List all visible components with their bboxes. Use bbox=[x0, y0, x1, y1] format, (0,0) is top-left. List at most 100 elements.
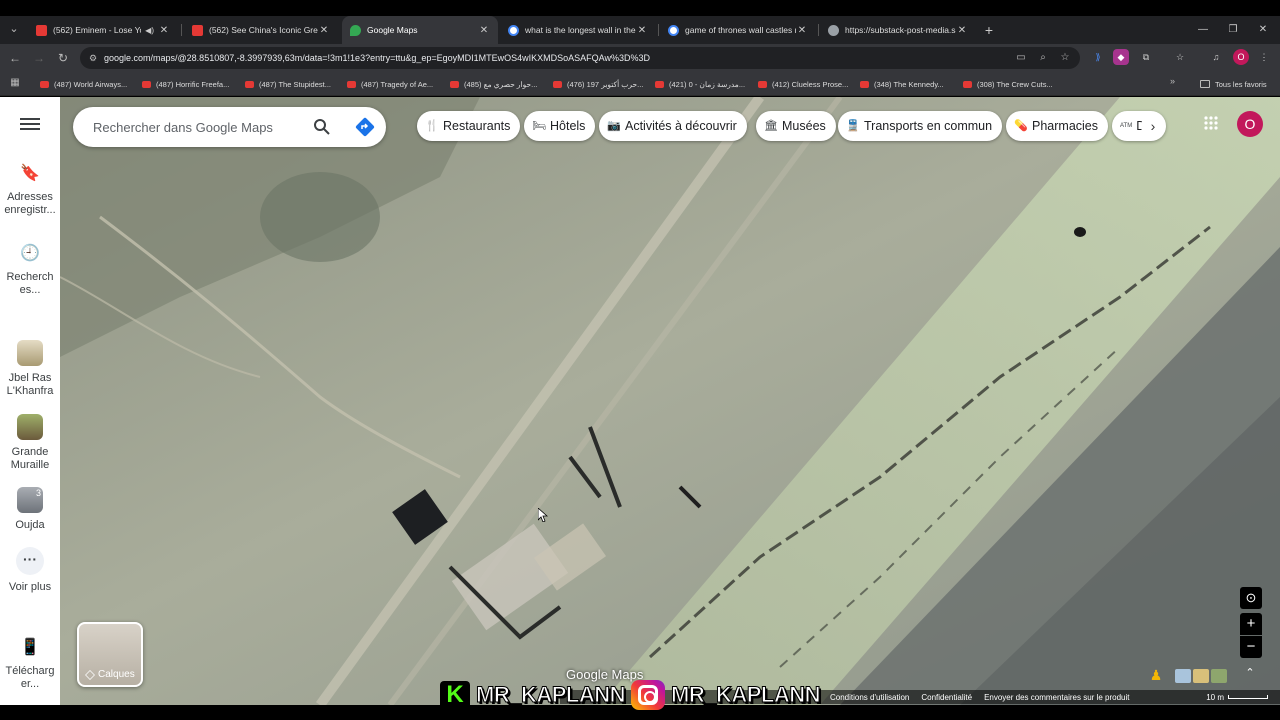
transit-icon: 🚆 bbox=[846, 120, 860, 132]
reload-button[interactable]: ↻ bbox=[54, 49, 72, 67]
my-location-button[interactable]: ⊙ bbox=[1240, 587, 1262, 609]
close-window-button[interactable]: ✕ bbox=[1252, 20, 1274, 40]
bookmark-label: (476) حرب أكتوبر 197... bbox=[567, 79, 644, 89]
google-apps-icon[interactable] bbox=[1203, 115, 1219, 131]
history-icon: 🕘 bbox=[20, 245, 40, 262]
bookmark-item[interactable]: (308) The Crew Cuts... bbox=[963, 76, 1053, 92]
sidebar-item-grande-muraille[interactable]: Grande Muraille bbox=[0, 414, 60, 472]
tab-title: game of thrones wall castles m bbox=[685, 25, 796, 35]
close-icon[interactable]: ✕ bbox=[478, 25, 490, 36]
new-tab-button[interactable]: + bbox=[980, 20, 998, 40]
privacy-link[interactable]: Confidentialité bbox=[921, 693, 972, 702]
chip-transit[interactable]: 🚆 Transports en commun bbox=[838, 111, 1003, 141]
directions-icon[interactable] bbox=[355, 117, 375, 137]
chip-museums[interactable]: 🏛 Musées bbox=[756, 111, 836, 141]
scale-indicator[interactable]: 10 m bbox=[1206, 693, 1268, 702]
scale-bar bbox=[1228, 695, 1268, 699]
zoom-in-button[interactable]: + bbox=[1240, 613, 1262, 635]
tab-title: Google Maps bbox=[367, 25, 418, 35]
map-thumbnail[interactable] bbox=[1175, 669, 1191, 683]
close-icon[interactable]: ✕ bbox=[318, 25, 330, 36]
bookmark-label: (487) World Airways... bbox=[54, 79, 128, 89]
bookmark-item[interactable]: (487) The Stupidest... bbox=[245, 76, 331, 92]
search-icon[interactable] bbox=[313, 118, 331, 136]
bookmark-label: (308) The Crew Cuts... bbox=[977, 79, 1053, 89]
sidebar-item-more[interactable]: ··· Voir plus bbox=[0, 547, 60, 594]
tab-0[interactable]: (562) Eminem - Lose Yoursel ◀) ✕ bbox=[28, 16, 178, 44]
favorites-icon[interactable]: ☆ bbox=[1172, 49, 1188, 65]
chevron-up-icon[interactable]: ⌃ bbox=[1242, 665, 1258, 681]
address-bar[interactable]: ⚙ google.com/maps/@28.8510807,-8.3997939… bbox=[80, 47, 1080, 69]
chip-hotels[interactable]: 🛏 Hôtels bbox=[524, 111, 596, 141]
apps-icon[interactable]: ▦ bbox=[8, 76, 22, 90]
tab-1[interactable]: (562) See China's Iconic Great W ✕ bbox=[184, 16, 338, 44]
place-thumbnail bbox=[17, 414, 43, 440]
sidebar-item-recent[interactable]: 🕘 Recherch es... bbox=[0, 243, 60, 297]
chip-restaurants[interactable]: 🍴 Restaurants bbox=[417, 111, 521, 141]
sidebar-item-download[interactable]: 📱 Télécharg er... bbox=[0, 637, 60, 691]
tab-search-icon[interactable]: ⌄ bbox=[6, 20, 22, 38]
tab-5[interactable]: https://substack-post-media.s3 ✕ bbox=[820, 16, 976, 44]
close-icon[interactable]: ✕ bbox=[796, 25, 808, 36]
sidebar-item-jbel-ras[interactable]: Jbel Ras L'Khanfra bbox=[0, 340, 60, 398]
bookmark-item[interactable]: (487) Horrific Freefa... bbox=[142, 76, 229, 92]
chip-activities[interactable]: 📷 Activités à découvrir bbox=[599, 111, 747, 141]
restore-button[interactable]: ❐ bbox=[1222, 20, 1244, 40]
satellite-map[interactable] bbox=[60, 97, 1280, 705]
all-bookmarks-button[interactable]: Tous les favoris bbox=[1200, 76, 1267, 92]
close-icon[interactable]: ✕ bbox=[956, 25, 968, 36]
youtube-icon bbox=[36, 24, 47, 36]
bookmark-item[interactable]: (348) The Kennedy... bbox=[860, 76, 944, 92]
more-bookmarks-icon[interactable]: » bbox=[1170, 76, 1175, 86]
terrain-thumbnail[interactable] bbox=[1193, 669, 1209, 683]
tab-title: https://substack-post-media.s3 bbox=[845, 25, 956, 35]
tab-3[interactable]: what is the longest wall in the w ✕ bbox=[500, 16, 656, 44]
close-icon[interactable]: ✕ bbox=[158, 25, 170, 36]
terms-link[interactable]: Conditions d'utilisation bbox=[830, 693, 909, 702]
extension-shield-icon[interactable]: ◆ bbox=[1113, 49, 1129, 65]
chevron-right-icon[interactable]: › bbox=[1141, 114, 1165, 138]
satellite-imagery bbox=[60, 97, 1280, 705]
bookmark-item[interactable]: (421) مدرسة زمان - 0... bbox=[655, 76, 745, 92]
feedback-link[interactable]: Envoyer des commentaires sur le produit bbox=[984, 693, 1129, 702]
install-app-icon[interactable]: ▭ bbox=[1014, 51, 1028, 65]
extensions-puzzle-icon[interactable]: ⧉ bbox=[1138, 49, 1154, 65]
bookmark-label: (421) مدرسة زمان - 0... bbox=[669, 79, 746, 89]
site-info-icon[interactable]: ⚙ bbox=[86, 51, 100, 65]
bookmark-item[interactable]: (485) حوار حصري مع... bbox=[450, 76, 537, 92]
menu-icon[interactable]: ⋮ bbox=[1256, 49, 1272, 65]
satellite-thumbnail[interactable] bbox=[1211, 669, 1227, 683]
forward-button[interactable]: → bbox=[30, 49, 48, 67]
star-icon[interactable]: ☆ bbox=[1058, 51, 1072, 65]
search-input[interactable] bbox=[93, 107, 303, 147]
profile-avatar[interactable]: O bbox=[1233, 49, 1249, 65]
tab-2-active[interactable]: Google Maps ✕ bbox=[342, 16, 498, 44]
camera-icon: 📷 bbox=[607, 120, 621, 132]
sidebar-item-oujda[interactable]: 3 Oujda bbox=[0, 487, 60, 532]
chip-pharmacies[interactable]: 💊 Pharmacies bbox=[1006, 111, 1108, 141]
bookmark-item[interactable]: (412) Clueless Prose... bbox=[758, 76, 848, 92]
zoom-icon[interactable]: ⌕ bbox=[1036, 51, 1050, 65]
url-text[interactable]: google.com/maps/@28.8510807,-8.3997939,6… bbox=[104, 47, 650, 69]
sidebar-item-saved[interactable]: 🔖 Adresses enregistr... bbox=[0, 163, 60, 217]
streamer-overlay: K MR_KAPLANN MR_KAPLANN bbox=[440, 680, 830, 710]
bookmark-item[interactable]: (487) Tragedy of Ae... bbox=[347, 76, 433, 92]
zoom-out-button[interactable]: − bbox=[1240, 636, 1262, 658]
back-button[interactable]: ← bbox=[6, 49, 24, 67]
minimize-button[interactable]: — bbox=[1192, 20, 1214, 40]
extension-icon[interactable]: ⟫ bbox=[1090, 49, 1106, 65]
user-avatar[interactable]: O bbox=[1237, 111, 1263, 137]
bookmark-item[interactable]: (487) World Airways... bbox=[40, 76, 127, 92]
chip-label: Musées bbox=[782, 119, 826, 133]
youtube-icon bbox=[192, 24, 203, 36]
pegman-icon[interactable]: ♟ bbox=[1149, 666, 1163, 684]
bookmark-icon: 🔖 bbox=[20, 165, 40, 182]
media-icon[interactable]: ♫ bbox=[1208, 49, 1224, 65]
menu-icon[interactable] bbox=[20, 115, 40, 135]
bookmark-item[interactable]: (476) حرب أكتوبر 197... bbox=[553, 76, 643, 92]
speaker-icon: ◀) bbox=[145, 25, 154, 35]
close-icon[interactable]: ✕ bbox=[636, 25, 648, 36]
tab-4[interactable]: game of thrones wall castles m ✕ bbox=[660, 16, 816, 44]
layers-button[interactable]: Calques bbox=[77, 622, 143, 687]
map-type-thumbnails[interactable] bbox=[1175, 669, 1227, 683]
